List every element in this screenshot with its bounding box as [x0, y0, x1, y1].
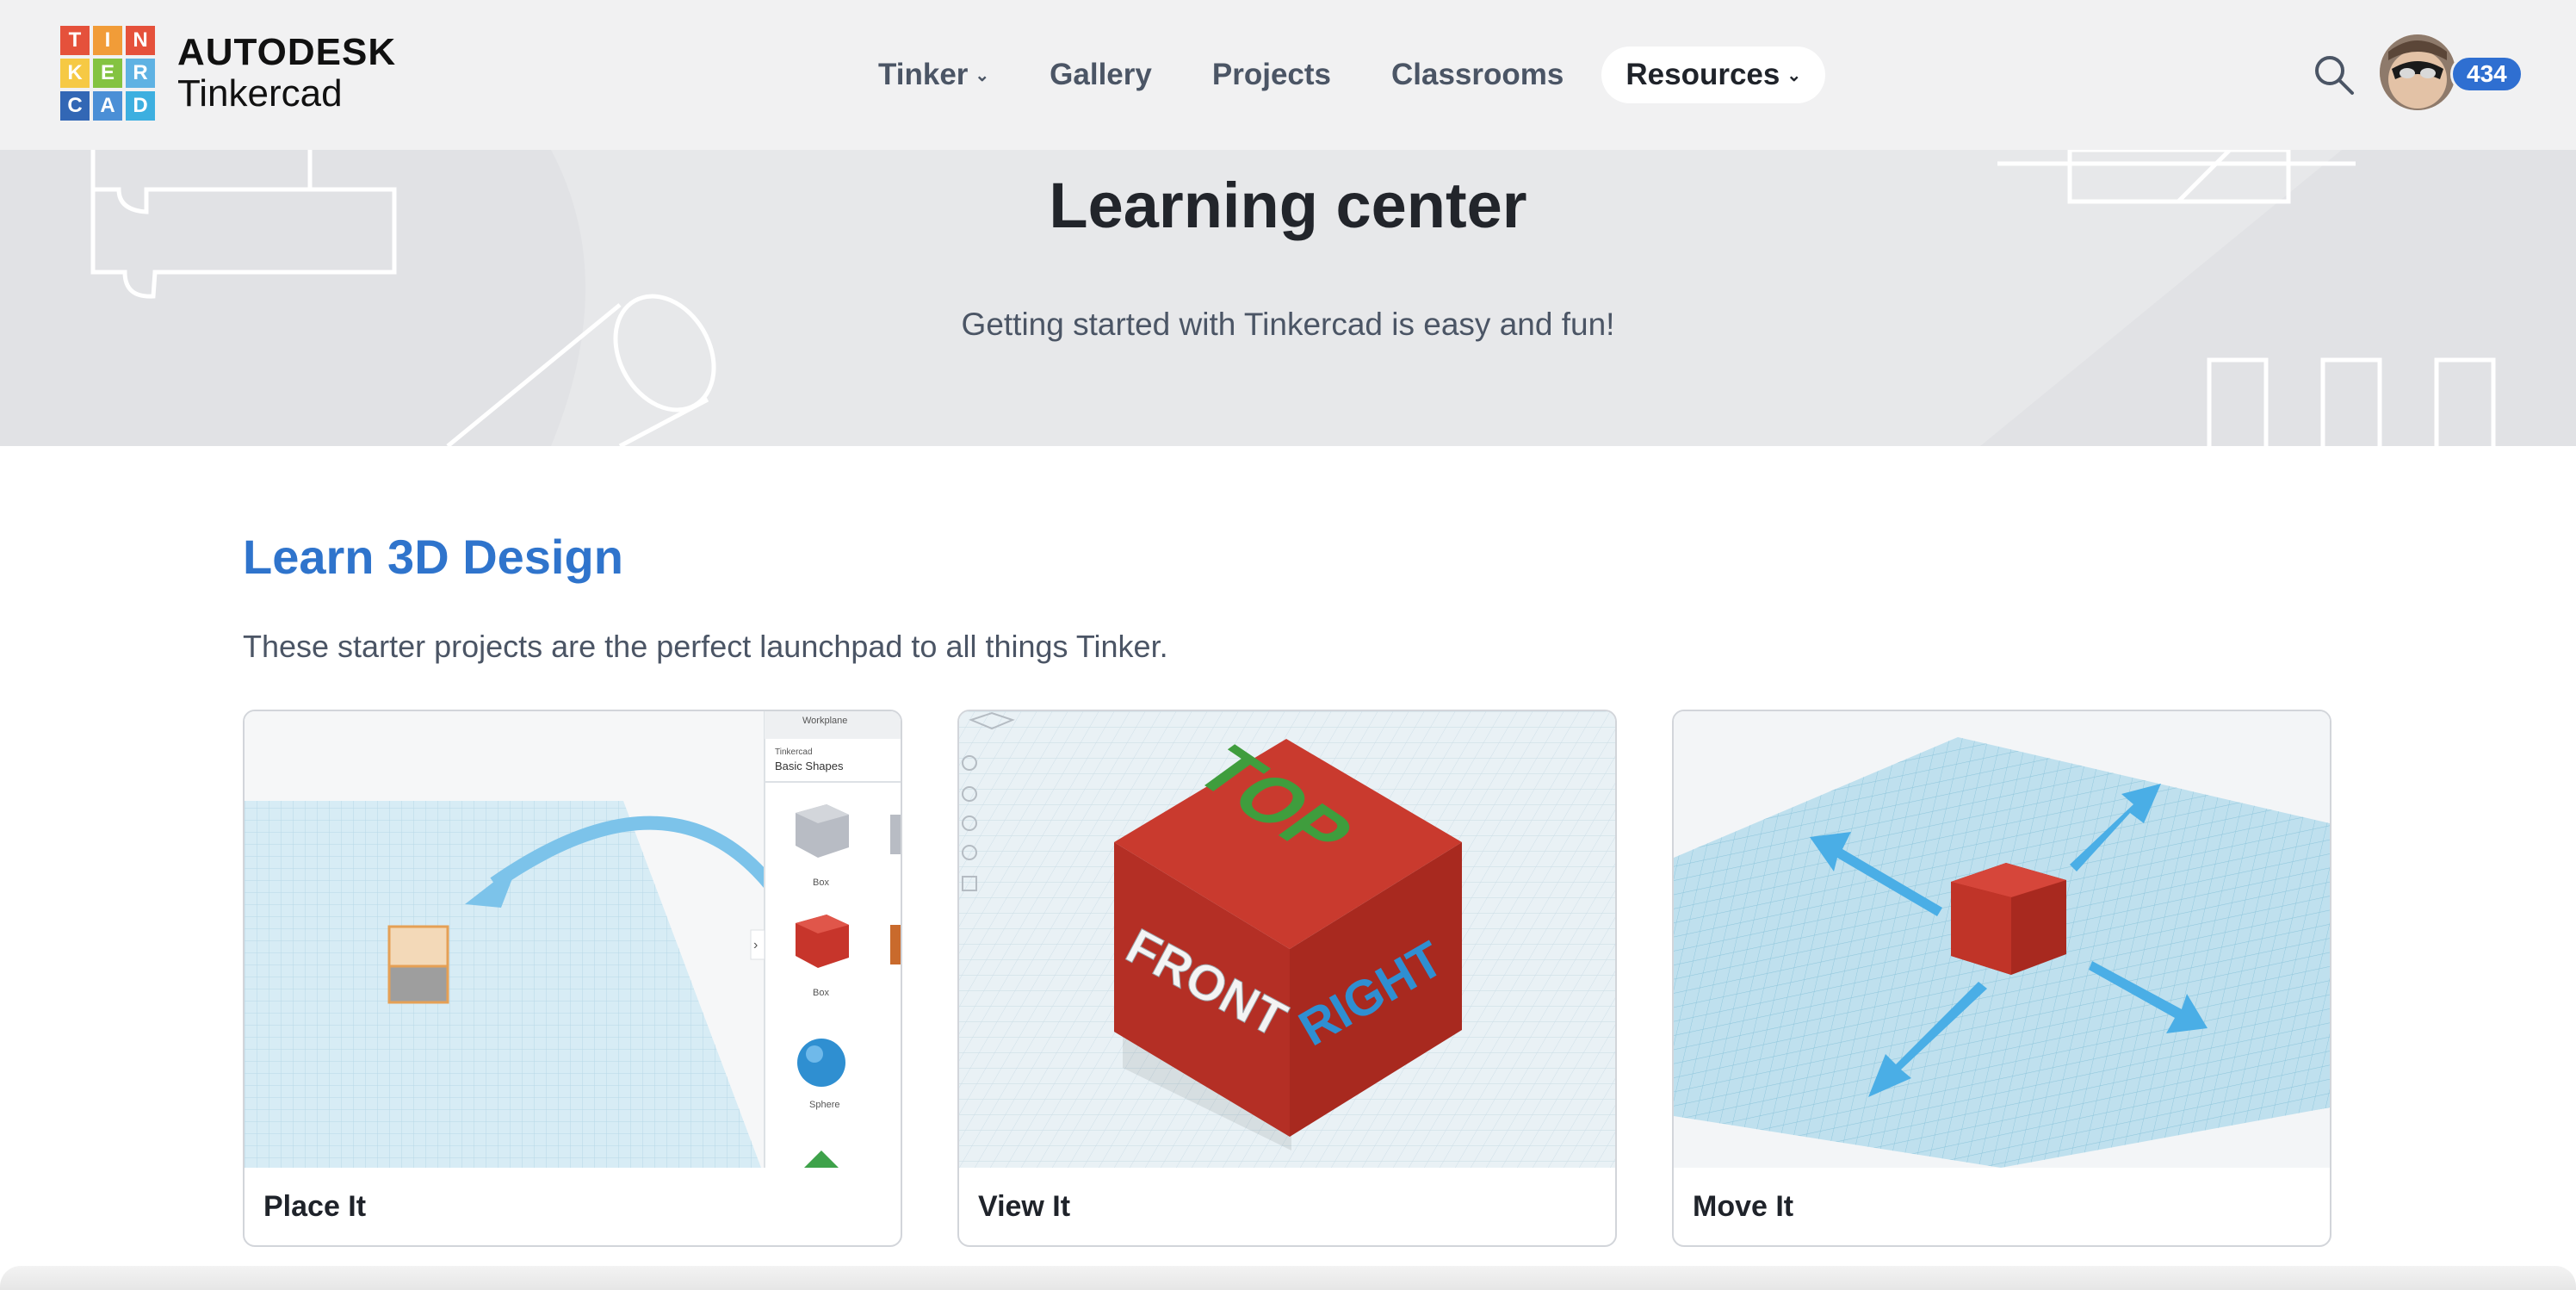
logo-letter: K — [60, 59, 90, 88]
logo-letter: E — [93, 59, 122, 88]
project-card-title: Place It — [263, 1190, 367, 1223]
logo-product: Tinkercad — [177, 72, 343, 115]
chevron-down-icon: ⌄ — [975, 65, 990, 85]
project-card-view-it[interactable]: TOP FRONT RIGHT View It — [957, 710, 1617, 1247]
user-menu[interactable]: 434 — [2380, 34, 2523, 114]
nav-item-tinker[interactable]: Tinker ⌄ — [878, 58, 989, 92]
page-subtitle: Getting started with Tinkercad is easy a… — [961, 307, 1615, 342]
panel-shape-label: Box — [813, 988, 829, 998]
bottom-edge — [0, 1266, 2576, 1290]
logo-letter: A — [93, 91, 122, 121]
project-card-title: View It — [978, 1190, 1071, 1223]
page-title: Learning center — [1049, 170, 1527, 241]
nav-item-label: Classrooms — [1391, 58, 1564, 91]
chevron-down-icon: ⌄ — [1786, 65, 1802, 85]
project-thumbnail: TOP FRONT RIGHT — [959, 711, 1615, 1168]
nav-item-label: Projects — [1211, 58, 1331, 91]
logo-letter: R — [126, 59, 155, 88]
move-it-illustration — [1674, 711, 2330, 1168]
avatar[interactable] — [2380, 34, 2455, 110]
nav-item-projects[interactable]: Projects — [1212, 58, 1331, 92]
svg-text:›: › — [753, 938, 758, 952]
view-it-illustration: TOP FRONT RIGHT — [959, 711, 1615, 1168]
logo-wordmark: AUTODESK Tinkercad — [177, 34, 396, 113]
panel-source-label: Tinkercad — [775, 747, 813, 757]
nav-item-classrooms[interactable]: Classrooms — [1391, 58, 1564, 92]
panel-shape-label: Box — [813, 878, 829, 888]
notification-badge: 434 — [2450, 55, 2523, 93]
nav-item-label: Resources — [1625, 58, 1780, 91]
logo-letter: T — [60, 26, 90, 55]
project-thumbnail: Workplane Tinkercad Basic Shapes Box Box… — [245, 711, 901, 1168]
project-card-place-it[interactable]: Workplane Tinkercad Basic Shapes Box Box… — [243, 710, 902, 1247]
search-button[interactable] — [2311, 52, 2357, 98]
logo-brand: AUTODESK — [177, 31, 397, 73]
hero-banner: Learning center Getting started with Tin… — [0, 150, 2576, 446]
starter-project-list: Workplane Tinkercad Basic Shapes Box Box… — [243, 710, 2333, 1247]
panel-category-label: Basic Shapes — [775, 760, 844, 772]
logo-letter: D — [126, 91, 155, 121]
logo-letter: C — [60, 91, 90, 121]
nav-item-label: Gallery — [1050, 58, 1152, 91]
project-card-move-it[interactable]: Move It — [1672, 710, 2331, 1247]
top-nav: T I N K E R C A D AUTODESK Tinkercad Tin… — [0, 0, 2576, 150]
nav-item-label: Tinker — [878, 58, 969, 91]
section-description: These starter projects are the perfect l… — [243, 629, 1168, 664]
project-thumbnail — [1674, 711, 2330, 1168]
panel-shape-label: Sphere — [809, 1100, 839, 1110]
avatar-image — [2380, 34, 2455, 110]
logo-letter: N — [126, 26, 155, 55]
logo-letter-grid: T I N K E R C A D — [60, 26, 155, 121]
place-it-illustration: Workplane Tinkercad Basic Shapes Box Box… — [245, 711, 901, 1168]
nav-item-resources[interactable]: Resources ⌄ — [1601, 47, 1826, 103]
search-icon — [2315, 56, 2354, 95]
section-title-learn-3d[interactable]: Learn 3D Design — [243, 529, 623, 585]
project-card-title: Move It — [1693, 1190, 1794, 1223]
logo-letter: I — [93, 26, 122, 55]
panel-workplane-label: Workplane — [802, 716, 847, 726]
main-menu: Tinker ⌄ Gallery Projects Classrooms Res… — [878, 47, 1886, 103]
tinkercad-logo[interactable]: T I N K E R C A D AUTODESK Tinkercad — [60, 26, 413, 121]
nav-item-gallery[interactable]: Gallery — [1050, 58, 1152, 92]
